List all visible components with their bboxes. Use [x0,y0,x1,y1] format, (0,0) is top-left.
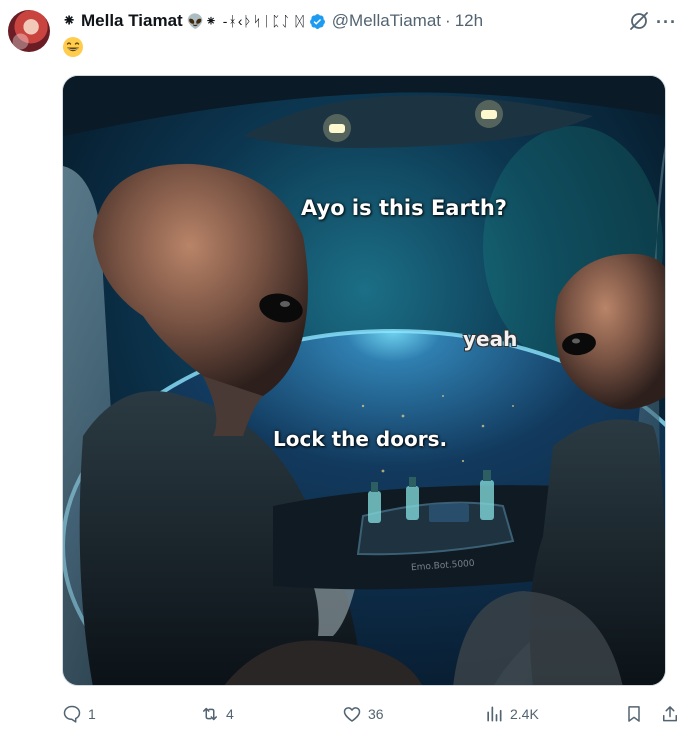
reply-count: 1 [88,706,96,722]
reply-button[interactable]: 1 [62,704,96,724]
verified-badge-icon [309,13,325,29]
tweet-timestamp[interactable]: 12h [455,11,483,31]
more-options-icon[interactable]: ··· [656,12,677,33]
like-count: 36 [368,706,384,722]
action-bar: 1 4 36 2.4K [0,700,698,730]
caption-top: Ayo is this Earth? [301,196,507,220]
retweet-icon [203,707,217,721]
retweet-button[interactable]: 4 [200,704,234,724]
share-button[interactable] [660,704,680,724]
name-prefix-glyph: ⁕ [62,11,77,30]
alien-scene-illustration [63,76,665,685]
views-button[interactable]: 2.4K [484,704,539,724]
separator-dot: · [445,11,451,30]
caption-bottom: Lock the doors. [273,427,448,451]
tweet: ⁕ Mella Tiamat 👽⁕ -ᚼ‹ᚦᛋ͏ᛁᛈᛇ ᛞ @MellaTiam… [0,0,698,732]
heart-icon [343,707,361,722]
caption-right: yeah [463,327,518,351]
retweet-count: 4 [226,706,234,722]
share-icon [663,706,677,722]
avatar[interactable] [8,10,50,52]
grok-icon[interactable] [628,10,650,32]
author-handle[interactable]: @MellaTiamat [332,11,441,31]
reply-icon [63,705,81,723]
bookmark-button[interactable] [624,704,644,724]
author-name[interactable]: ⁕ Mella Tiamat [62,11,183,31]
tweet-text [62,36,84,58]
views-chart-icon [487,706,502,722]
tweet-image[interactable]: Ayo is this Earth? yeah Lock the doors. … [62,75,666,686]
like-button[interactable]: 36 [342,704,384,724]
grinning-face-emoji-icon [63,37,83,57]
author-name-text: Mella Tiamat [80,11,183,30]
bookmark-icon [628,706,640,722]
name-suffix-glyphs: 👽⁕ -ᚼ‹ᚦᛋ͏ᛁᛈᛇ ᛞ [186,12,305,29]
view-count: 2.4K [510,706,539,722]
tweet-header: ⁕ Mella Tiamat 👽⁕ -ᚼ‹ᚦᛋ͏ᛁᛈᛇ ᛞ @MellaTiam… [62,10,483,32]
